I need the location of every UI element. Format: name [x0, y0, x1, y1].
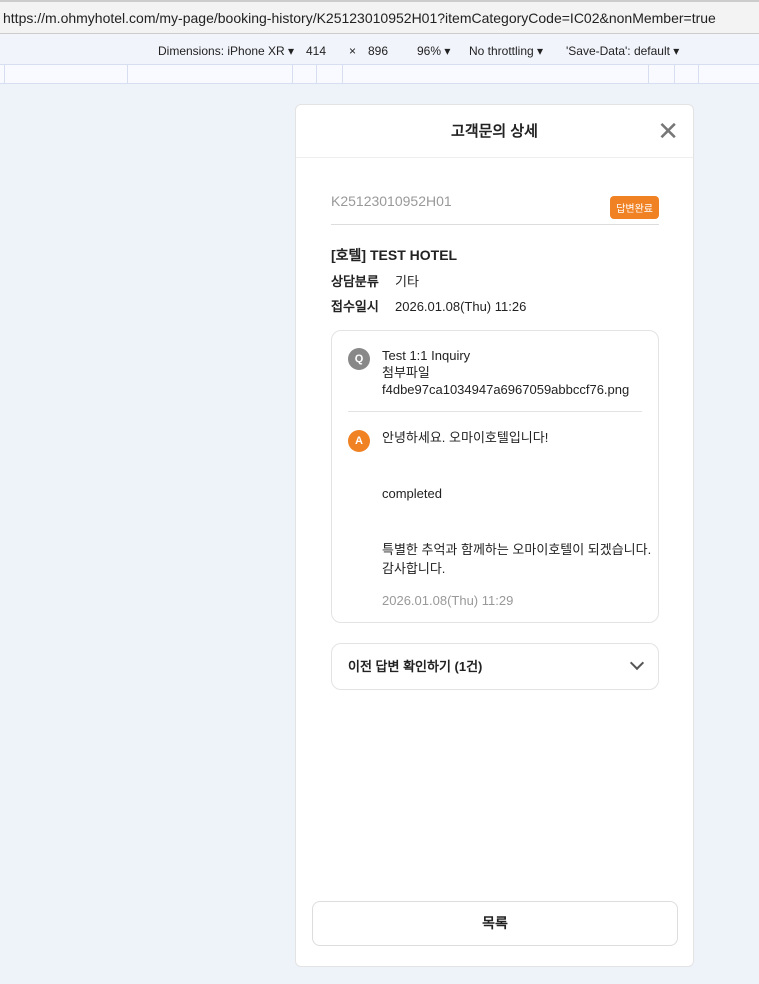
save-data-select[interactable]: 'Save-Data': default ▾ — [566, 44, 679, 58]
date-value: 2026.01.08(Thu) 11:26 — [395, 299, 527, 314]
date-row: 접수일시 2026.01.08(Thu) 11:26 — [331, 296, 526, 315]
answer-body: completed — [382, 486, 442, 501]
dimensions-select[interactable]: Dimensions: iPhone XR ▾ — [158, 44, 294, 58]
close-icon[interactable]: ✕ — [657, 105, 679, 158]
booking-id: K25123010952H01 — [331, 193, 452, 209]
status-badge: 답변완료 — [610, 196, 659, 219]
media-query-ruler — [0, 64, 759, 84]
attachment-link[interactable]: f4dbe97ca1034947a6967059abbccf76.png — [382, 381, 629, 398]
answer-date: 2026.01.08(Thu) 11:29 — [382, 593, 514, 608]
question-text: Test 1:1 Inquiry — [382, 348, 471, 363]
width-input[interactable]: 414 — [306, 44, 326, 58]
category-row: 상담분류 기타 — [331, 271, 419, 290]
times-label: × — [349, 44, 357, 58]
previous-answers-label: 이전 답변 확인하기 (1건) — [348, 659, 483, 674]
category-value: 기타 — [395, 274, 419, 289]
modal-header: 고객문의 상세 ✕ — [296, 105, 693, 158]
height-input[interactable]: 896 — [368, 44, 388, 58]
inquiry-detail-modal: 고객문의 상세 ✕ K25123010952H01 답변완료 [호텔] TEST… — [295, 104, 694, 967]
category-label: 상담분류 — [331, 274, 379, 289]
qa-card: Q Test 1:1 Inquiry 첨부파일 f4dbe97ca1034947… — [331, 330, 659, 623]
answer-closing-2: 감사합니다. — [382, 561, 446, 576]
date-label: 접수일시 — [331, 299, 379, 314]
booking-id-row: K25123010952H01 답변완료 — [331, 193, 659, 225]
question-content: Test 1:1 Inquiry 첨부파일 f4dbe97ca1034947a6… — [382, 347, 629, 398]
chevron-down-icon — [629, 655, 645, 671]
answer-greeting: 안녕하세요. 오마이호텔입니다! — [382, 430, 549, 445]
modal-title: 고객문의 상세 — [451, 123, 538, 140]
zoom-select[interactable]: 96% ▾ — [417, 44, 450, 58]
hotel-name: [호텔] TEST HOTEL — [331, 247, 458, 263]
question-avatar: Q — [348, 348, 370, 370]
answer-avatar: A — [348, 430, 370, 452]
throttling-select[interactable]: No throttling ▾ — [469, 44, 543, 58]
devtools-toolbar: Dimensions: iPhone XR ▾ 414 × 896 96% ▾ … — [0, 34, 759, 64]
list-button[interactable]: 목록 — [312, 901, 678, 946]
divider — [348, 411, 642, 412]
attachment-label: 첨부파일 — [382, 365, 430, 380]
previous-answers-accordion[interactable]: 이전 답변 확인하기 (1건) — [331, 643, 659, 690]
address-bar[interactable]: https://m.ohmyhotel.com/my-page/booking-… — [0, 0, 759, 34]
answer-closing-1: 특별한 추억과 함께하는 오마이호텔이 되겠습니다. — [382, 542, 652, 557]
